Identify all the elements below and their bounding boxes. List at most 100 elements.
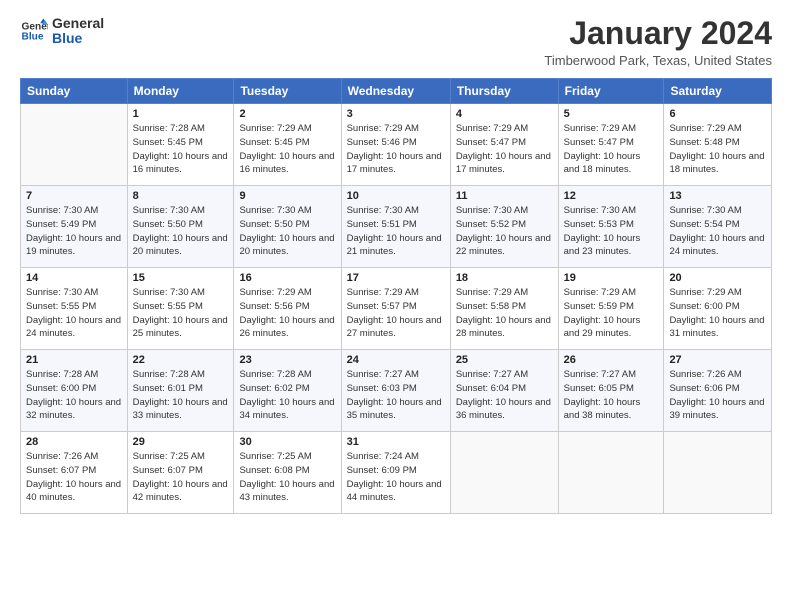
day-number: 1: [133, 108, 229, 120]
day-number: 21: [26, 354, 122, 366]
calendar-cell: 30 Sunrise: 7:25 AMSunset: 6:08 PMDayligh…: [234, 432, 341, 514]
calendar-cell: 15 Sunrise: 7:30 AMSunset: 5:55 PMDayligh…: [127, 268, 234, 350]
calendar-cell: 20 Sunrise: 7:29 AMSunset: 6:00 PMDayligh…: [664, 268, 772, 350]
logo: General Blue General Blue: [20, 16, 104, 47]
calendar-cell: 7 Sunrise: 7:30 AMSunset: 5:49 PMDaylight…: [21, 186, 128, 268]
calendar-cell: 1Sunrise: 7:28 AMSunset: 5:45 PMDaylight…: [127, 104, 234, 186]
weekday-header-monday: Monday: [127, 79, 234, 104]
day-number: 9: [239, 190, 335, 202]
day-info: Sunrise: 7:29 AMSunset: 5:59 PMDaylight:…: [564, 286, 659, 341]
calendar-cell: 6 Sunrise: 7:29 AMSunset: 5:48 PMDaylight…: [664, 104, 772, 186]
day-info: Sunrise: 7:28 AMSunset: 6:00 PMDaylight:…: [26, 368, 122, 423]
day-number: 3: [347, 108, 445, 120]
weekday-header-sunday: Sunday: [21, 79, 128, 104]
day-info: Sunrise: 7:30 AMSunset: 5:53 PMDaylight:…: [564, 204, 659, 259]
calendar-cell: 3 Sunrise: 7:29 AMSunset: 5:46 PMDaylight…: [341, 104, 450, 186]
calendar-cell: 16Sunrise: 7:29 AMSunset: 5:56 PMDayligh…: [234, 268, 341, 350]
day-info: Sunrise: 7:30 AMSunset: 5:52 PMDaylight:…: [456, 204, 553, 259]
day-info: Sunrise: 7:28 AMSunset: 6:01 PMDaylight:…: [133, 368, 229, 423]
day-info: Sunrise: 7:30 AMSunset: 5:50 PMDaylight:…: [239, 204, 335, 259]
calendar-cell: 31Sunrise: 7:24 AMSunset: 6:09 PMDayligh…: [341, 432, 450, 514]
week-row-4: 21 Sunrise: 7:28 AMSunset: 6:00 PMDayligh…: [21, 350, 772, 432]
calendar-cell: 19 Sunrise: 7:29 AMSunset: 5:59 PMDayligh…: [558, 268, 664, 350]
calendar-cell: 8 Sunrise: 7:30 AMSunset: 5:50 PMDaylight…: [127, 186, 234, 268]
day-number: 27: [669, 354, 766, 366]
weekday-header-thursday: Thursday: [450, 79, 558, 104]
day-number: 14: [26, 272, 122, 284]
day-number: 7: [26, 190, 122, 202]
calendar-cell: 21 Sunrise: 7:28 AMSunset: 6:00 PMDayligh…: [21, 350, 128, 432]
week-row-3: 14 Sunrise: 7:30 AMSunset: 5:55 PMDayligh…: [21, 268, 772, 350]
day-info: Sunrise: 7:29 AMSunset: 5:56 PMDaylight:…: [239, 286, 335, 341]
day-info: Sunrise: 7:28 AMSunset: 6:02 PMDaylight:…: [239, 368, 335, 423]
day-info: Sunrise: 7:30 AMSunset: 5:54 PMDaylight:…: [669, 204, 766, 259]
day-info: Sunrise: 7:30 AMSunset: 5:51 PMDaylight:…: [347, 204, 445, 259]
calendar-cell: 5 Sunrise: 7:29 AMSunset: 5:47 PMDaylight…: [558, 104, 664, 186]
day-number: 13: [669, 190, 766, 202]
header: General Blue General Blue January 2024 T…: [20, 16, 772, 68]
day-number: 17: [347, 272, 445, 284]
day-info: Sunrise: 7:30 AMSunset: 5:50 PMDaylight:…: [133, 204, 229, 259]
day-number: 12: [564, 190, 659, 202]
calendar-cell: 18 Sunrise: 7:29 AMSunset: 5:58 PMDayligh…: [450, 268, 558, 350]
day-number: 19: [564, 272, 659, 284]
calendar-cell: 2Sunrise: 7:29 AMSunset: 5:45 PMDaylight…: [234, 104, 341, 186]
month-title: January 2024: [544, 16, 772, 51]
day-info: Sunrise: 7:30 AMSunset: 5:49 PMDaylight:…: [26, 204, 122, 259]
day-info: Sunrise: 7:29 AMSunset: 5:58 PMDaylight:…: [456, 286, 553, 341]
calendar-cell: [21, 104, 128, 186]
day-number: 25: [456, 354, 553, 366]
day-number: 31: [347, 436, 445, 448]
calendar-cell: 23 Sunrise: 7:28 AMSunset: 6:02 PMDayligh…: [234, 350, 341, 432]
calendar-cell: 9 Sunrise: 7:30 AMSunset: 5:50 PMDaylight…: [234, 186, 341, 268]
day-number: 26: [564, 354, 659, 366]
day-info: Sunrise: 7:25 AMSunset: 6:08 PMDaylight:…: [239, 450, 335, 505]
day-info: Sunrise: 7:26 AMSunset: 6:06 PMDaylight:…: [669, 368, 766, 423]
calendar-cell: 12 Sunrise: 7:30 AMSunset: 5:53 PMDayligh…: [558, 186, 664, 268]
day-number: 2: [239, 108, 335, 120]
weekday-header-friday: Friday: [558, 79, 664, 104]
calendar-cell: [558, 432, 664, 514]
calendar-cell: 10 Sunrise: 7:30 AMSunset: 5:51 PMDayligh…: [341, 186, 450, 268]
day-info: Sunrise: 7:27 AMSunset: 6:04 PMDaylight:…: [456, 368, 553, 423]
location: Timberwood Park, Texas, United States: [544, 53, 772, 68]
day-number: 30: [239, 436, 335, 448]
day-info: Sunrise: 7:29 AMSunset: 6:00 PMDaylight:…: [669, 286, 766, 341]
day-info: Sunrise: 7:30 AMSunset: 5:55 PMDaylight:…: [133, 286, 229, 341]
calendar-cell: [664, 432, 772, 514]
day-info: Sunrise: 7:29 AMSunset: 5:48 PMDaylight:…: [669, 122, 766, 177]
calendar-cell: 17Sunrise: 7:29 AMSunset: 5:57 PMDayligh…: [341, 268, 450, 350]
week-row-1: 1Sunrise: 7:28 AMSunset: 5:45 PMDaylight…: [21, 104, 772, 186]
calendar-cell: 13 Sunrise: 7:30 AMSunset: 5:54 PMDayligh…: [664, 186, 772, 268]
day-number: 6: [669, 108, 766, 120]
day-info: Sunrise: 7:29 AMSunset: 5:46 PMDaylight:…: [347, 122, 445, 177]
day-info: Sunrise: 7:27 AMSunset: 6:05 PMDaylight:…: [564, 368, 659, 423]
day-number: 24: [347, 354, 445, 366]
logo-line1: General: [52, 16, 104, 31]
calendar-cell: 28Sunrise: 7:26 AMSunset: 6:07 PMDayligh…: [21, 432, 128, 514]
week-row-5: 28Sunrise: 7:26 AMSunset: 6:07 PMDayligh…: [21, 432, 772, 514]
day-number: 4: [456, 108, 553, 120]
calendar-cell: 26 Sunrise: 7:27 AMSunset: 6:05 PMDayligh…: [558, 350, 664, 432]
day-number: 8: [133, 190, 229, 202]
calendar-cell: 27 Sunrise: 7:26 AMSunset: 6:06 PMDayligh…: [664, 350, 772, 432]
day-number: 5: [564, 108, 659, 120]
logo-line2: Blue: [52, 31, 104, 46]
day-number: 22: [133, 354, 229, 366]
day-number: 11: [456, 190, 553, 202]
calendar-cell: 24 Sunrise: 7:27 AMSunset: 6:03 PMDayligh…: [341, 350, 450, 432]
day-info: Sunrise: 7:25 AMSunset: 6:07 PMDaylight:…: [133, 450, 229, 505]
day-number: 23: [239, 354, 335, 366]
day-info: Sunrise: 7:27 AMSunset: 6:03 PMDaylight:…: [347, 368, 445, 423]
day-number: 20: [669, 272, 766, 284]
calendar: SundayMondayTuesdayWednesdayThursdayFrid…: [20, 78, 772, 514]
day-number: 29: [133, 436, 229, 448]
day-number: 15: [133, 272, 229, 284]
day-info: Sunrise: 7:29 AMSunset: 5:47 PMDaylight:…: [564, 122, 659, 177]
calendar-cell: [450, 432, 558, 514]
week-row-2: 7 Sunrise: 7:30 AMSunset: 5:49 PMDaylight…: [21, 186, 772, 268]
day-number: 10: [347, 190, 445, 202]
day-info: Sunrise: 7:30 AMSunset: 5:55 PMDaylight:…: [26, 286, 122, 341]
day-number: 18: [456, 272, 553, 284]
weekday-header-wednesday: Wednesday: [341, 79, 450, 104]
